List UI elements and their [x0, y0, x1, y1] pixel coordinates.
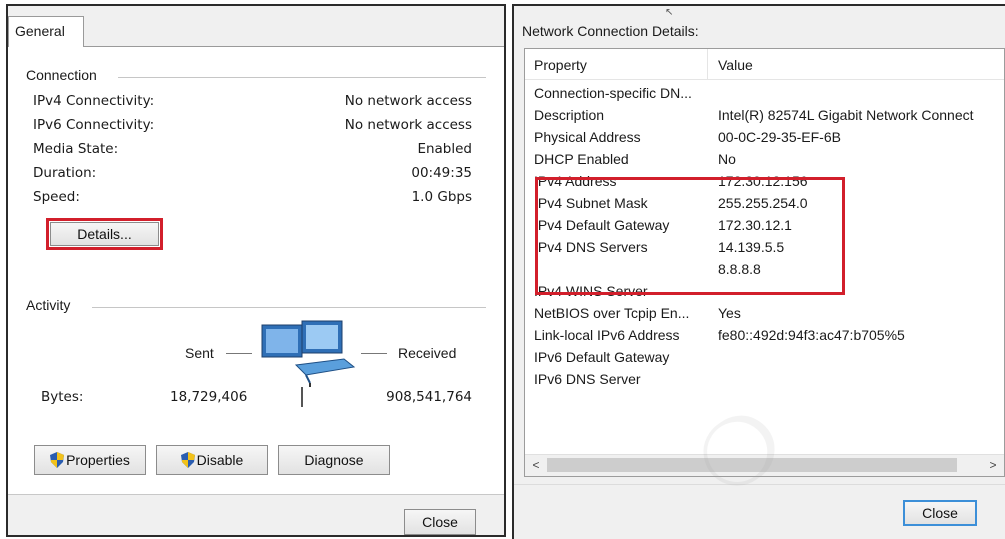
row-property: Description	[534, 107, 605, 123]
row-value: No	[718, 151, 736, 167]
general-tab-page: Connection IPv4 Connectivity: No network…	[8, 47, 504, 495]
connection-group-rule	[118, 77, 486, 78]
row-property: Connection-specific DN...	[534, 85, 692, 101]
network-computers-icon	[261, 320, 356, 387]
column-header-value[interactable]: Value	[718, 57, 753, 73]
table-row[interactable]: NetBIOS over Tcpip En... Yes	[525, 303, 1004, 325]
speed-label: Speed:	[33, 189, 80, 205]
table-row[interactable]: IPv6 DNS Server	[525, 369, 1004, 391]
tab-strip: General	[8, 6, 504, 47]
table-row[interactable]: Description Intel(R) 82574L Gigabit Netwo…	[525, 105, 1004, 127]
scroll-left-icon[interactable]: <	[527, 456, 545, 475]
connection-group-title: Connection	[26, 67, 103, 83]
sent-label: Sent	[185, 345, 214, 361]
ipv4-connectivity-value: No network access	[344, 93, 472, 109]
row-value: Intel(R) 82574L Gigabit Network Connect	[718, 107, 974, 123]
sent-line	[226, 353, 252, 354]
row-property: NetBIOS over Tcpip En...	[534, 305, 690, 321]
ipv6-connectivity-value: No network access	[344, 117, 472, 133]
ipv4-connectivity-label: IPv4 Connectivity:	[33, 93, 155, 109]
network-details-dialog: ↖ Network Connection Details: Property V…	[512, 4, 1005, 539]
table-row[interactable]: IPv6 Default Gateway	[525, 347, 1004, 369]
row-property: Physical Address	[534, 129, 641, 145]
row-property: IPv6 DNS Server	[534, 371, 641, 387]
row-value: fe80::492d:94f3:ac47:b705%5	[718, 327, 905, 343]
media-state-label: Media State:	[33, 141, 119, 157]
properties-button[interactable]: Properties	[34, 445, 146, 475]
shield-icon	[50, 452, 65, 468]
listview-header: Property Value	[525, 49, 1004, 80]
ipv6-connectivity-label: IPv6 Connectivity:	[33, 117, 155, 133]
dialog-footer: Close	[8, 495, 504, 535]
mouse-cursor-icon: ↖	[665, 7, 674, 18]
row-value: 00-0C-29-35-EF-6B	[718, 129, 841, 145]
activity-group-title: Activity	[26, 297, 77, 313]
close-button[interactable]: Close	[404, 509, 476, 535]
column-header-property[interactable]: Property	[534, 57, 587, 73]
bytes-label: Bytes:	[41, 389, 84, 405]
scrollbar-thumb[interactable]	[547, 458, 957, 472]
bytes-sent-value: 18,729,406	[170, 389, 248, 405]
properties-label: Properties	[66, 452, 130, 468]
details-button[interactable]: Details...	[50, 222, 159, 246]
row-property: Link-local IPv6 Address	[534, 327, 680, 343]
row-property: IPv6 Default Gateway	[534, 349, 670, 365]
shield-icon	[180, 452, 195, 468]
received-line	[361, 353, 387, 354]
bytes-received-value: 908,541,764	[386, 389, 472, 405]
details-listview[interactable]: Property Value Connection-specific DN...…	[524, 48, 1005, 477]
table-row[interactable]: Physical Address 00-0C-29-35-EF-6B	[525, 127, 1004, 149]
duration-value: 00:49:35	[411, 165, 472, 181]
scroll-right-icon[interactable]: >	[984, 456, 1002, 475]
received-label: Received	[398, 345, 457, 361]
row-property: DHCP Enabled	[534, 151, 629, 167]
details-close-button[interactable]: Close	[903, 500, 977, 526]
diagnose-button[interactable]: Diagnose	[278, 445, 390, 475]
horizontal-scrollbar[interactable]: < >	[525, 454, 1004, 476]
speed-value: 1.0 Gbps	[411, 189, 472, 205]
table-row[interactable]: DHCP Enabled No	[525, 149, 1004, 171]
bytes-divider	[301, 387, 303, 407]
disable-button[interactable]: Disable	[156, 445, 268, 475]
disable-label: Disable	[196, 452, 244, 468]
details-footer: Close	[514, 484, 1005, 539]
tab-general[interactable]: General	[8, 16, 84, 47]
activity-group-rule	[92, 307, 486, 308]
details-caption: Network Connection Details:	[522, 23, 699, 39]
column-separator[interactable]	[707, 49, 708, 79]
ipv4-settings-highlight	[535, 177, 845, 295]
table-row[interactable]: Link-local IPv6 Address fe80::492d:94f3:a…	[525, 325, 1004, 347]
table-row[interactable]: Connection-specific DN...	[525, 83, 1004, 105]
duration-label: Duration:	[33, 165, 97, 181]
media-state-value: Enabled	[417, 141, 472, 157]
row-value: Yes	[718, 305, 741, 321]
general-status-dialog: General Connection IPv4 Connectivity: No…	[6, 4, 506, 537]
